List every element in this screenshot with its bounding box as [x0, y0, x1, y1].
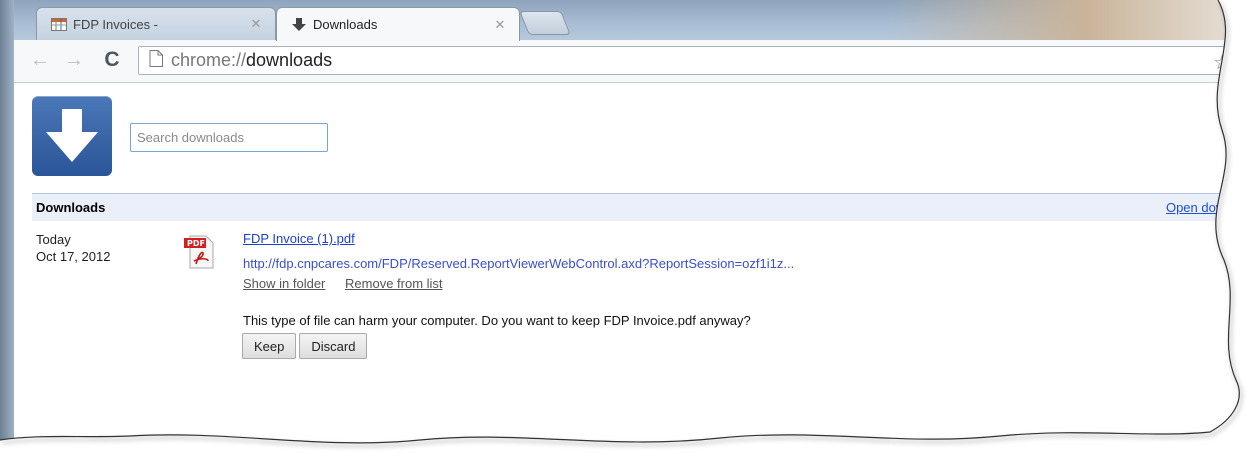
- browser-window: FDP Invoices - ✕ Downloads ✕ ← → C chrom…: [0, 0, 1248, 463]
- torn-edge-decoration: [0, 0, 1248, 463]
- close-tab-icon[interactable]: ✕: [491, 17, 509, 33]
- download-arrow-icon: [291, 17, 307, 33]
- tab-title: Downloads: [313, 17, 378, 32]
- tab-downloads[interactable]: Downloads ✕: [276, 7, 520, 41]
